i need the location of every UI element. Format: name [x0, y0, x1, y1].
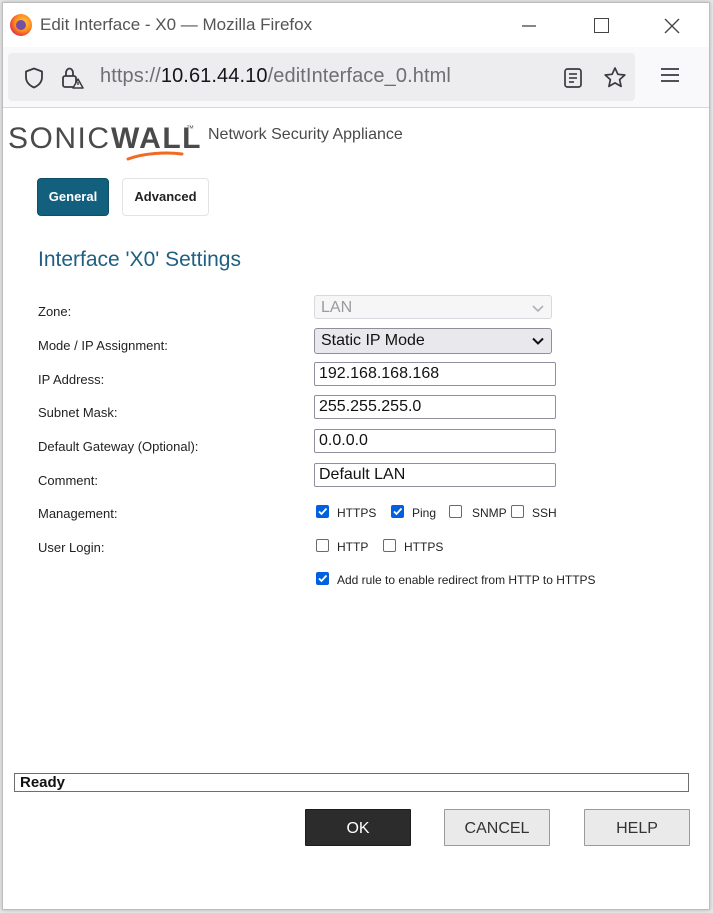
url-bar[interactable]: https://10.61.44.10/editInterface_0.html: [8, 53, 635, 101]
reader-view-icon[interactable]: [562, 67, 584, 89]
zone-label: Zone:: [38, 304, 72, 319]
user-login-https-label[interactable]: HTTPS: [404, 540, 443, 554]
logo-trademark: ™: [186, 124, 194, 133]
comment-label: Comment:: [38, 473, 98, 488]
management-snmp-label[interactable]: SNMP: [472, 506, 507, 520]
management-ssh-checkbox[interactable]: [511, 505, 524, 518]
page-content: SONIC WALL ™ Network Security Appliance …: [3, 108, 709, 909]
comment-input[interactable]: Default LAN: [314, 463, 556, 487]
minimize-icon: [522, 25, 536, 27]
user-login-label: User Login:: [38, 540, 105, 555]
brand-tagline: Network Security Appliance: [208, 126, 403, 143]
url-text[interactable]: https://10.61.44.10/editInterface_0.html: [100, 65, 451, 88]
management-ping-label[interactable]: Ping: [412, 506, 436, 520]
mode-label: Mode / IP Assignment:: [38, 338, 168, 353]
lock-warning-icon[interactable]: [60, 66, 84, 90]
logo-swoosh-icon: [126, 151, 184, 161]
redirect-https-checkbox[interactable]: [316, 572, 329, 585]
url-prefix: https://: [100, 65, 161, 87]
url-host: 10.61.44.10: [160, 65, 268, 87]
redirect-https-label[interactable]: Add rule to enable redirect from HTTP to…: [337, 573, 596, 587]
close-window-button[interactable]: [652, 9, 692, 41]
help-button[interactable]: HELP: [584, 809, 690, 846]
zone-select: LAN: [314, 295, 552, 319]
chevron-down-icon: [532, 337, 544, 345]
user-login-https-checkbox[interactable]: [383, 539, 396, 552]
management-label: Management:: [38, 506, 118, 521]
ip-address-label: IP Address:: [38, 372, 105, 387]
cancel-button[interactable]: CANCEL: [444, 809, 550, 846]
minimize-button[interactable]: [509, 9, 549, 41]
tab-general[interactable]: General: [37, 178, 109, 216]
subnet-mask-label: Subnet Mask:: [38, 405, 118, 420]
management-ping-checkbox[interactable]: [391, 505, 404, 518]
section-title: Interface 'X0' Settings: [38, 248, 241, 271]
management-https-checkbox[interactable]: [316, 505, 329, 518]
shield-icon[interactable]: [24, 67, 44, 89]
navigation-bar: https://10.61.44.10/editInterface_0.html: [3, 47, 709, 108]
zone-select-value: LAN: [321, 299, 353, 316]
firefox-logo-icon: [10, 14, 32, 36]
status-bar: Ready: [14, 773, 689, 792]
management-snmp-checkbox[interactable]: [449, 505, 462, 518]
logo-text-sonic: SONIC: [8, 122, 111, 155]
default-gateway-label: Default Gateway (Optional):: [38, 439, 199, 454]
user-login-http-label[interactable]: HTTP: [337, 540, 368, 554]
mode-select-value: Static IP Mode: [321, 332, 425, 349]
browser-window: Edit Interface - X0 — Mozilla Firefox ht…: [2, 2, 710, 910]
subnet-mask-input[interactable]: 255.255.255.0: [314, 395, 556, 419]
maximize-icon: [593, 18, 609, 34]
checkmark-icon: [318, 507, 328, 516]
management-https-label[interactable]: HTTPS: [337, 506, 376, 520]
management-ssh-label[interactable]: SSH: [532, 506, 557, 520]
hamburger-menu-icon[interactable]: [659, 65, 681, 87]
title-bar: Edit Interface - X0 — Mozilla Firefox: [3, 3, 709, 47]
chevron-down-icon: [532, 305, 544, 313]
ip-address-input[interactable]: 192.168.168.168: [314, 362, 556, 386]
ok-button[interactable]: OK: [305, 809, 411, 846]
window-title: Edit Interface - X0 — Mozilla Firefox: [40, 15, 313, 34]
checkmark-icon: [393, 507, 403, 516]
default-gateway-input[interactable]: 0.0.0.0: [314, 429, 556, 453]
tab-advanced[interactable]: Advanced: [122, 178, 209, 216]
maximize-button[interactable]: [581, 9, 621, 41]
mode-select[interactable]: Static IP Mode: [314, 328, 552, 354]
url-path: /editInterface_0.html: [267, 65, 451, 87]
user-login-http-checkbox[interactable]: [316, 539, 329, 552]
checkmark-icon: [318, 574, 328, 583]
close-icon: [664, 18, 680, 34]
bookmark-star-icon[interactable]: [603, 66, 627, 90]
